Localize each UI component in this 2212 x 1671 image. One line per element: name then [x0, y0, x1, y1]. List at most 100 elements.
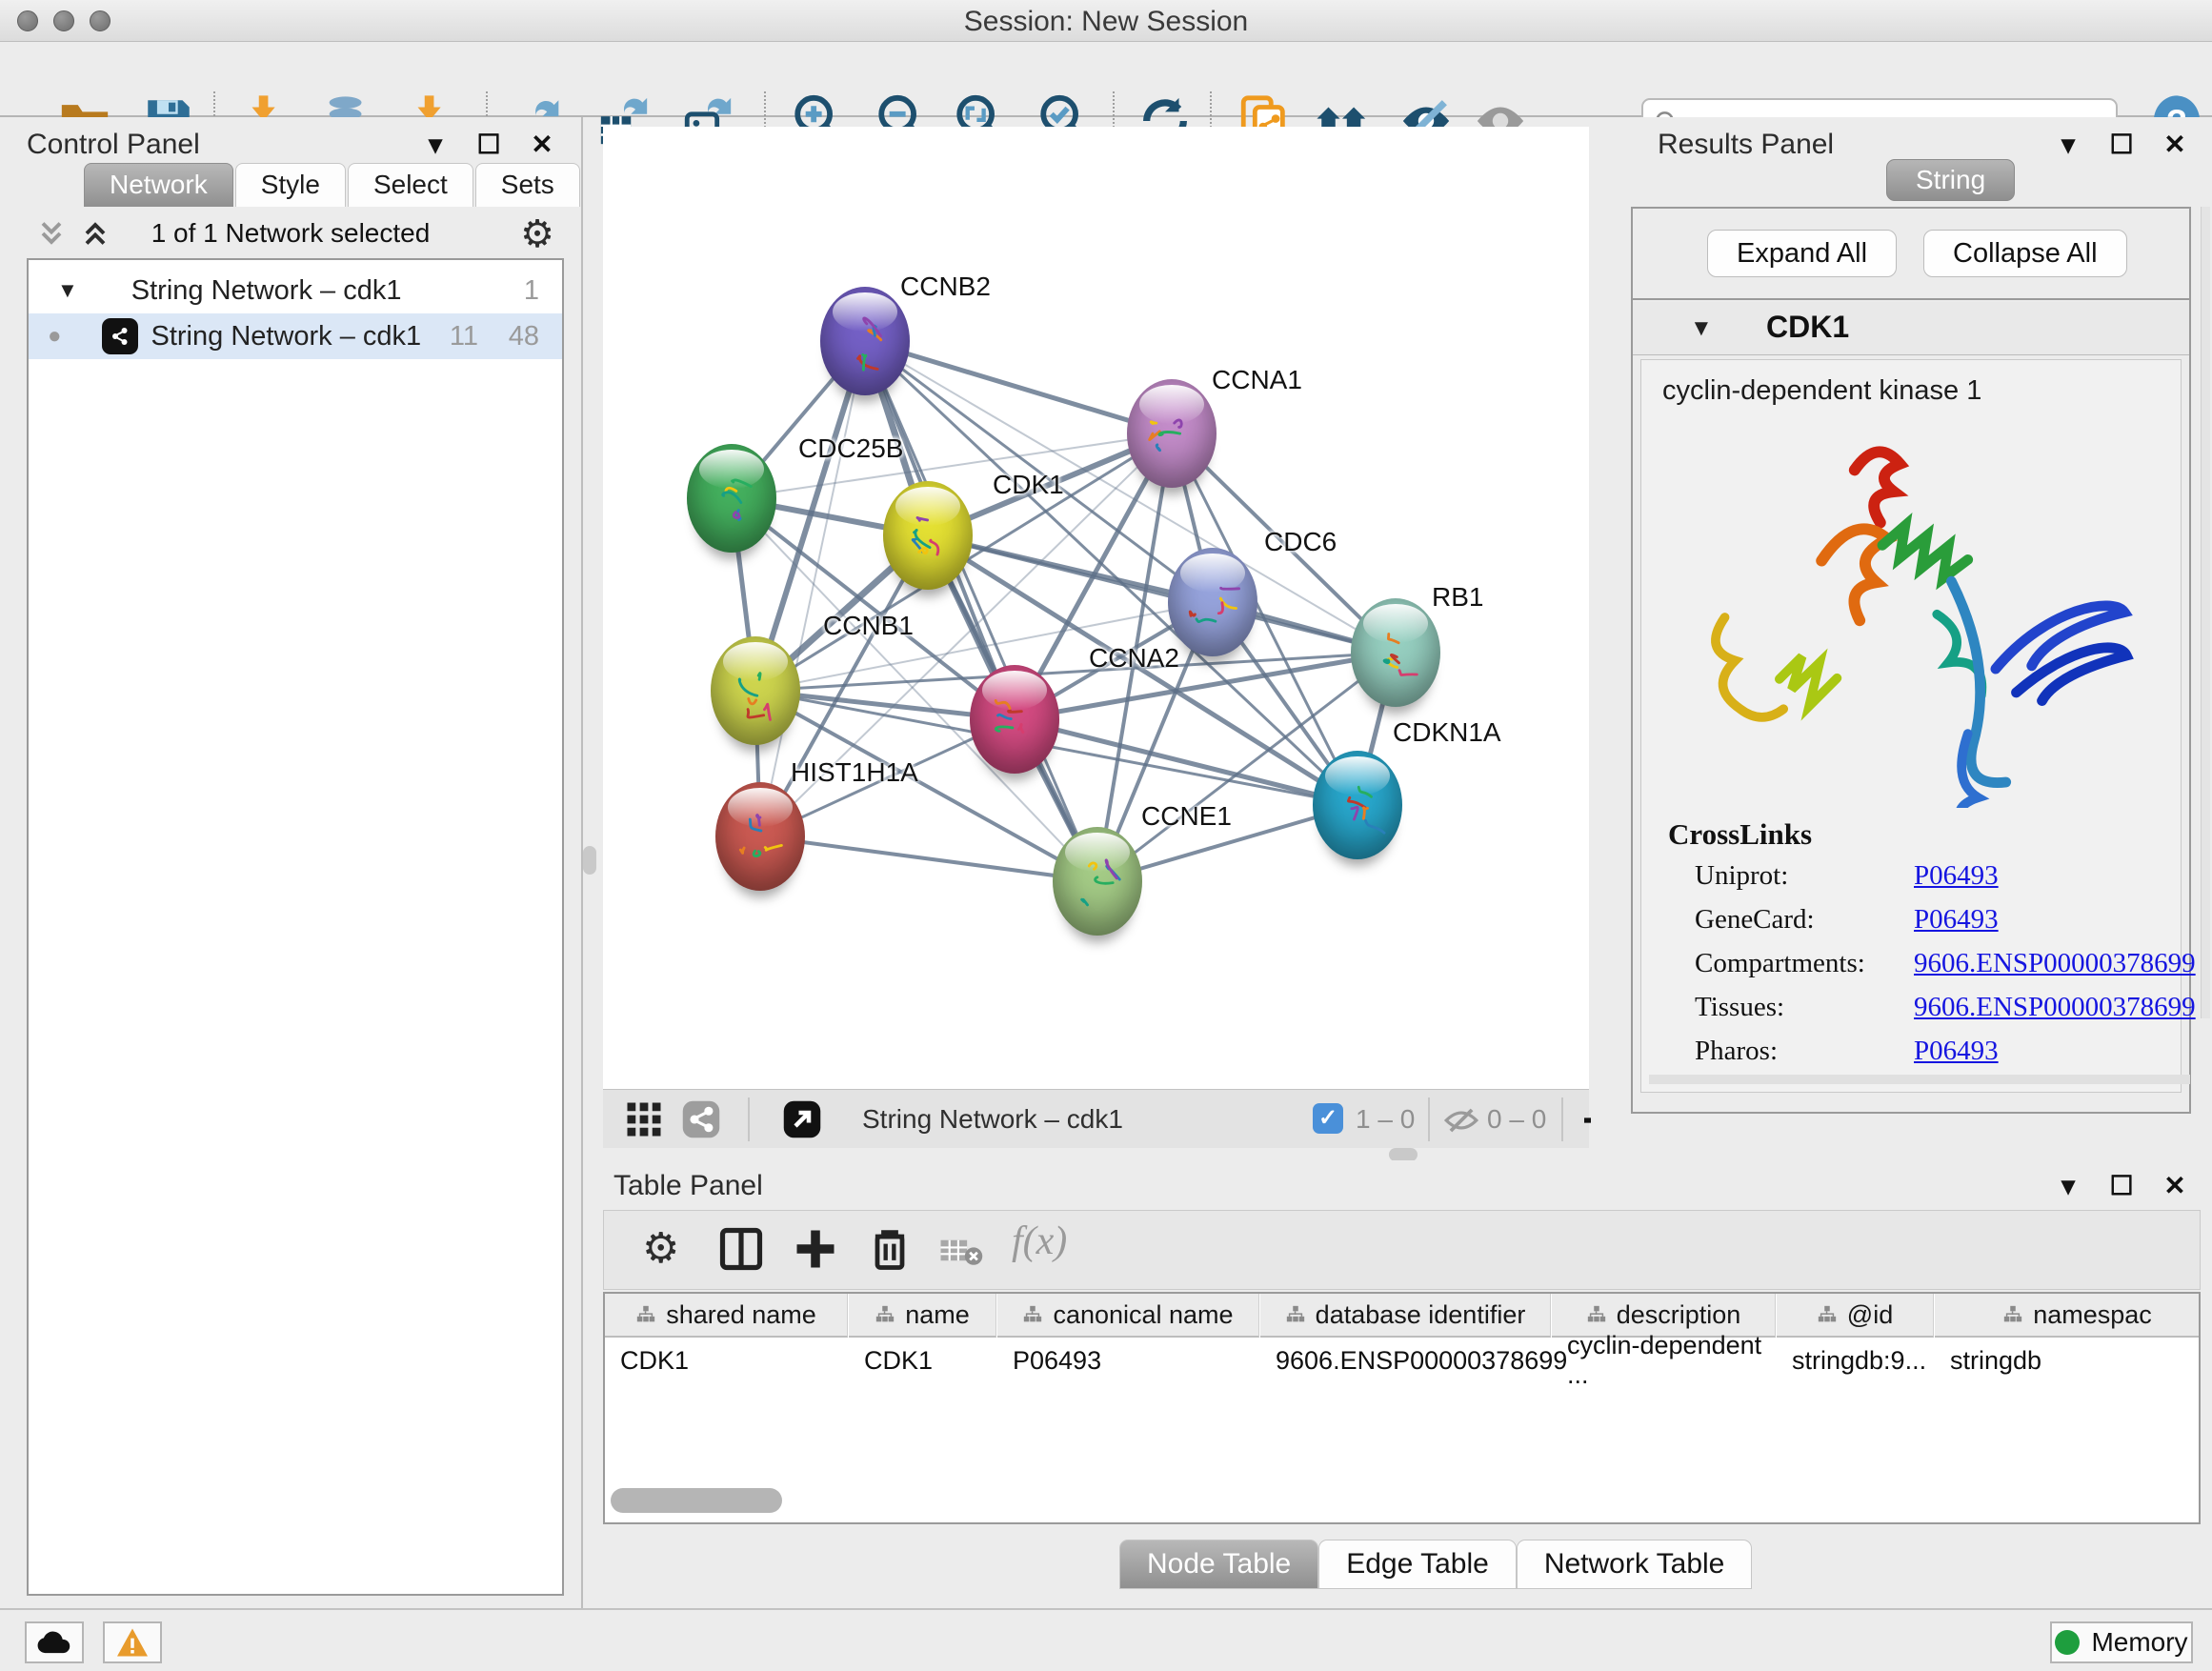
warnings-button[interactable] [103, 1621, 162, 1663]
add-column-icon[interactable] [791, 1224, 840, 1274]
tab-edge-table[interactable]: Edge Table [1318, 1540, 1517, 1589]
table-cell[interactable]: P06493 [997, 1339, 1259, 1381]
tab-network[interactable]: Network [84, 163, 233, 207]
network-title: String Network – cdk1 [862, 1104, 1123, 1135]
node-table[interactable]: shared namenamecanonical namedatabase id… [603, 1292, 2201, 1524]
crosslink-link[interactable]: 9606.ENSP00000378699 [1914, 948, 2196, 979]
crosslink-link[interactable]: 9606.ENSP00000378699 [1914, 992, 2196, 1023]
collapse-all-button[interactable]: Collapse All [1923, 230, 2127, 277]
table-cell[interactable]: stringdb:9... [1777, 1339, 1934, 1381]
gear-icon[interactable]: ⚙ [520, 212, 554, 256]
expand-all-button[interactable]: Expand All [1707, 230, 1897, 277]
cloud-button[interactable] [25, 1621, 84, 1663]
entry-name: CDK1 [1766, 310, 1849, 345]
float-panel-icon[interactable]: ☐ [2107, 129, 2136, 160]
entry-expand-icon[interactable]: ▼ [1690, 315, 1713, 342]
tab-network-table[interactable]: Network Table [1517, 1540, 1753, 1589]
tree-expand-icon[interactable]: ▼ [57, 278, 78, 303]
table-cell[interactable]: CDK1 [605, 1339, 848, 1381]
network-node-hist1h1a[interactable] [715, 782, 805, 891]
tab-node-table[interactable]: Node Table [1119, 1540, 1318, 1589]
column-header-name[interactable]: name [849, 1294, 996, 1338]
column-header-database-identifier[interactable]: database identifier [1260, 1294, 1551, 1338]
open-in-new-icon[interactable] [782, 1099, 822, 1139]
column-header-namespac[interactable]: namespac [1935, 1294, 2201, 1338]
node-entry-header[interactable]: ▼ CDK1 [1633, 302, 2189, 355]
network-toolbar: String Network – cdk1 ✓ 1 – 0 0 – 0 [603, 1089, 1589, 1148]
collapse-panel-icon[interactable]: ▾ [2054, 1170, 2082, 1201]
network-edge[interactable] [760, 836, 1097, 881]
splitter-handle[interactable] [583, 846, 596, 875]
network-edge-count: 48 [509, 321, 539, 352]
results-vertical-scrollbar[interactable] [2201, 207, 2210, 1018]
column-header--id[interactable]: @id [1777, 1294, 1934, 1338]
delete-column-icon[interactable] [865, 1224, 915, 1274]
delete-table-icon[interactable] [939, 1236, 983, 1268]
network-node-count: 11 [450, 321, 478, 352]
crosslink-link[interactable]: P06493 [1914, 904, 1999, 936]
table-cell[interactable]: CDK1 [849, 1339, 996, 1381]
network-node-cdc6[interactable] [1168, 548, 1257, 656]
control-panel-tabs: Network Style Select Sets [84, 163, 582, 207]
crosslink-row: Compartments:9606.ENSP00000378699 [1695, 948, 1865, 979]
column-header-shared-name[interactable]: shared name [605, 1294, 848, 1338]
crosslink-link[interactable]: P06493 [1914, 1036, 1999, 1067]
close-panel-icon[interactable]: ✕ [2161, 129, 2189, 160]
network-collection-row[interactable]: ▼ String Network – cdk1 1 [29, 268, 562, 313]
network-node-cdkn1a[interactable] [1313, 751, 1402, 859]
close-panel-icon[interactable]: ✕ [528, 129, 556, 160]
network-node-ccnb1[interactable] [711, 636, 800, 745]
node-label-cdc6: CDC6 [1264, 527, 1337, 557]
network-node-cdc25b[interactable] [687, 444, 776, 553]
tab-style[interactable]: Style [235, 163, 346, 207]
network-row-selected[interactable]: ● String Network – cdk1 11 48 [29, 313, 562, 359]
protein-ribbon-thumb [701, 468, 762, 535]
grid-view-icon[interactable] [624, 1099, 664, 1139]
table-cell[interactable]: cyclin-dependent ... [1552, 1339, 1776, 1381]
table-horizontal-scrollbar[interactable] [611, 1488, 782, 1513]
show-columns-icon[interactable] [716, 1224, 766, 1274]
network-node-ccne1[interactable] [1053, 827, 1142, 936]
collection-label: String Network – cdk1 [131, 275, 402, 307]
node-label-ccne1: CCNE1 [1141, 801, 1232, 832]
node-label-ccnb2: CCNB2 [900, 272, 991, 302]
table-cell[interactable]: stringdb [1935, 1339, 2201, 1381]
table-cell[interactable]: 9606.ENSP00000378699 [1260, 1339, 1551, 1381]
float-panel-icon[interactable]: ☐ [474, 129, 503, 160]
table-settings-gear-icon[interactable]: ⚙ [642, 1224, 679, 1273]
tab-sets[interactable]: Sets [475, 163, 580, 207]
crosslink-row: Tissues:9606.ENSP00000378699 [1695, 992, 1784, 1023]
network-node-cdk1[interactable] [883, 481, 973, 590]
function-builder-icon[interactable]: f(x) [1012, 1218, 1067, 1264]
hidden-eye-icon[interactable] [1443, 1102, 1479, 1138]
selected-checkbox-icon[interactable]: ✓ [1313, 1103, 1343, 1134]
current-network-dot-icon: ● [48, 323, 62, 350]
close-panel-icon[interactable]: ✕ [2161, 1170, 2189, 1201]
network-node-rb1[interactable] [1351, 598, 1440, 707]
node-label-cdk1: CDK1 [993, 470, 1064, 500]
network-node-ccna2[interactable] [970, 665, 1059, 774]
tab-string[interactable]: String [1886, 159, 2015, 201]
node-label-cdkn1a: CDKN1A [1393, 717, 1501, 748]
collapse-panel-icon[interactable]: ▾ [2054, 129, 2082, 160]
network-node-ccna1[interactable] [1127, 379, 1217, 488]
network-badge-icon[interactable] [681, 1099, 721, 1139]
network-view[interactable]: CCNB2CCNA1CDC25BCDK1CDC6RB1CCNB1CCNA2CDK… [603, 127, 1589, 1089]
results-scrollbar[interactable] [1649, 1075, 2190, 1084]
network-node-ccnb2[interactable] [820, 287, 910, 395]
tab-select[interactable]: Select [348, 163, 473, 207]
network-edge[interactable] [865, 341, 1172, 433]
crosslink-row: Uniprot:P06493 [1695, 860, 1788, 892]
crosslink-link[interactable]: P06493 [1914, 860, 1999, 892]
memory-label: Memory [2091, 1627, 2187, 1658]
splitter-handle[interactable] [1389, 1148, 1418, 1161]
column-header-canonical-name[interactable]: canonical name [997, 1294, 1259, 1338]
crosslink-row: GeneCard:P06493 [1695, 904, 1815, 936]
memory-button[interactable]: Memory [2050, 1621, 2193, 1663]
window-title: Session: New Session [0, 6, 2212, 38]
footer-separator [1561, 1097, 1563, 1141]
control-panel-title: Control Panel [27, 129, 200, 161]
collapse-panel-icon[interactable]: ▾ [421, 129, 450, 160]
status-bar: Memory [0, 1608, 2212, 1671]
float-panel-icon[interactable]: ☐ [2107, 1170, 2136, 1201]
